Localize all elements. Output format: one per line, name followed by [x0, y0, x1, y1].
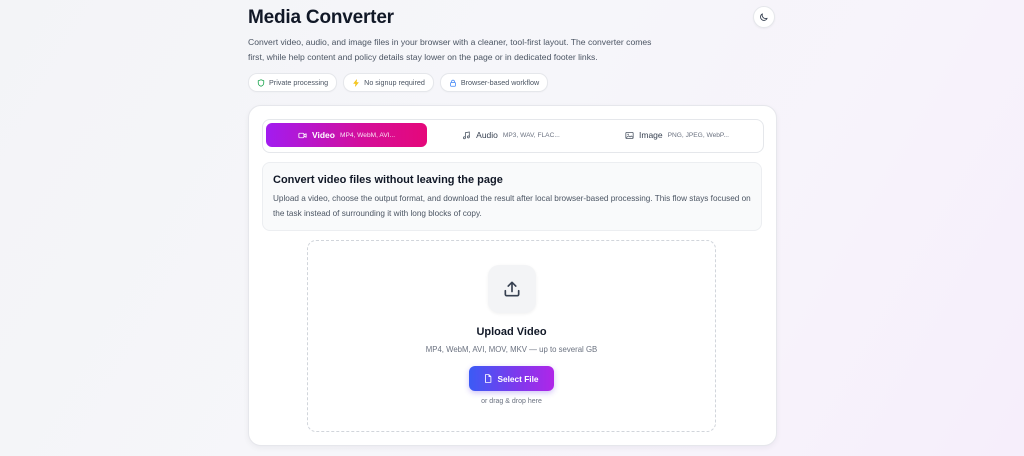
tab-audio[interactable]: Audio MP3, WAV, FLAC... [431, 123, 591, 147]
tab-formats: MP3, WAV, FLAC... [502, 131, 560, 139]
drag-drop-hint: or drag & drop here [481, 398, 542, 405]
upload-subtitle: MP4, WebM, AVI, MOV, MKV — up to several… [425, 345, 598, 354]
select-file-label: Select File [497, 373, 539, 384]
info-body: Upload a video, choose the output format… [273, 194, 751, 218]
chip-no-signup: No signup required [343, 73, 434, 92]
bolt-icon [353, 78, 360, 87]
upload-icon-box [488, 265, 536, 313]
chip-label: Private processing [269, 78, 329, 87]
chip-label: Browser-based workflow [460, 78, 540, 87]
chip-private-processing: Private processing [248, 73, 338, 92]
tab-video[interactable]: Video MP4, WebM, AVI... [266, 123, 427, 147]
tab-image[interactable]: Image PNG, JPEG, WebP... [597, 123, 757, 147]
upload-dropzone[interactable]: Upload Video MP4, WebM, AVI, MOV, MKV — … [307, 240, 716, 432]
media-type-tabs: Video MP4, WebM, AVI... Audio MP3, WAV, … [262, 119, 764, 153]
upload-title: Upload Video [476, 326, 547, 338]
moon-icon [760, 13, 768, 21]
lock-icon [449, 79, 456, 87]
theme-toggle-button[interactable] [753, 6, 775, 28]
converter-card: Video MP4, WebM, AVI... Audio MP3, WAV, … [248, 105, 777, 446]
tab-label: Video [311, 130, 335, 140]
tab-formats: PNG, JPEG, WebP... [667, 131, 729, 139]
chip-label: No signup required [364, 78, 425, 87]
tab-label: Image [639, 130, 663, 140]
image-icon [625, 131, 634, 139]
upload-icon [504, 281, 520, 297]
tab-label: Audio [476, 130, 498, 140]
shield-icon [257, 78, 265, 87]
chip-browser-workflow: Browser-based workflow [439, 73, 549, 92]
page-description: Convert video, audio, and image files in… [248, 37, 652, 62]
select-file-button[interactable]: Select File [469, 366, 554, 391]
page-title: Media Converter [248, 7, 394, 28]
file-icon [485, 374, 492, 383]
feature-chips: Private processing No signup required Br… [248, 73, 549, 92]
tab-formats: MP4, WebM, AVI... [339, 131, 396, 139]
info-heading: Convert video files without leaving the … [273, 174, 503, 186]
video-icon [298, 132, 307, 138]
info-panel: Convert video files without leaving the … [262, 162, 762, 231]
music-icon [463, 131, 470, 139]
